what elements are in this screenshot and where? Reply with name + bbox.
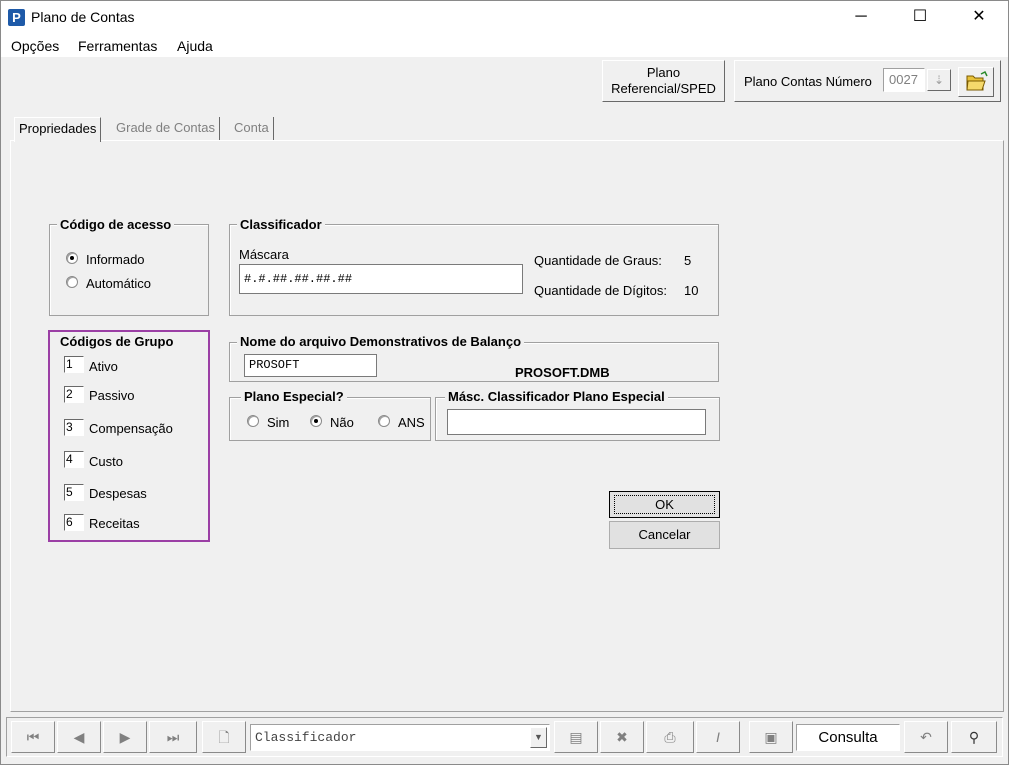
plano-numero-label: Plano Contas Número (744, 74, 872, 89)
codigo-acesso-group (49, 224, 209, 316)
grupo-label-compensacao: Compensação (89, 421, 173, 436)
grupo-label-ativo: Ativo (89, 359, 118, 374)
label-nao: Não (330, 415, 354, 430)
plano-referencial-line1: Plano (646, 65, 681, 80)
demonstrativos-file-label: PROSOFT.DMB (515, 365, 610, 380)
new-document-icon[interactable]: 🗋 (202, 721, 246, 753)
previous-record-icon[interactable]: ◀ (57, 721, 101, 753)
plano-referencial-line2: Referencial/SPED (611, 81, 716, 96)
grupo-code-custo[interactable]: 4 (64, 451, 84, 468)
grupo-code-receitas[interactable]: 6 (64, 514, 84, 531)
ok-focus-rect (614, 495, 715, 514)
grupo-label-custo: Custo (89, 454, 123, 469)
download-arrow-icon[interactable]: ⇣ (927, 69, 951, 91)
grupo-label-passivo: Passivo (89, 388, 135, 403)
mascara-input[interactable]: #.#.##.##.##.## (239, 264, 523, 294)
menu-ferramentas[interactable]: Ferramentas (78, 38, 157, 54)
radio-informado[interactable] (66, 252, 78, 264)
plano-de-contas-window: P Plano de Contas ─ ☐ ✕ Opções Ferrament… (0, 0, 1009, 765)
print-icon[interactable]: ⎙ (646, 721, 694, 753)
radio-nao[interactable] (310, 415, 322, 427)
demonstrativos-title: Nome do arquivo Demonstrativos de Balanç… (237, 334, 525, 349)
tab-grade-de-contas[interactable]: Grade de Contas (112, 117, 221, 141)
label-informado: Informado (86, 252, 145, 267)
radio-sim[interactable] (247, 415, 259, 427)
search-field-value: Classificador (255, 730, 357, 745)
grupo-label-receitas: Receitas (89, 516, 140, 531)
maximize-button[interactable]: ☐ (897, 1, 943, 33)
save-icon[interactable]: ▣ (749, 721, 793, 753)
grupo-code-despesas[interactable]: 5 (64, 484, 84, 501)
label-automatico: Automático (86, 276, 152, 291)
grupo-code-passivo[interactable]: 2 (64, 386, 84, 403)
undo-icon[interactable]: ↶ (904, 721, 948, 753)
binoculars-icon[interactable]: ⚲ (951, 721, 997, 753)
plano-numero-field[interactable]: 0027 (883, 68, 925, 92)
digitos-label: Quantidade de Dígitos: (534, 283, 667, 298)
graus-label: Quantidade de Graus: (534, 253, 662, 268)
ok-button[interactable]: OK (609, 491, 720, 518)
masc-especial-input[interactable] (447, 409, 706, 435)
codigos-grupo-title: Códigos de Grupo (57, 334, 177, 349)
tab-propriedades[interactable]: Propriedades (14, 117, 102, 142)
open-folder-icon (966, 70, 988, 91)
minimize-button[interactable]: ─ (838, 1, 884, 33)
delete-icon[interactable]: ✖ (600, 721, 644, 753)
label-sim: Sim (267, 415, 290, 430)
classificador-title: Classificador (237, 217, 325, 232)
radio-ans[interactable] (378, 415, 390, 427)
next-record-icon[interactable]: ▶ (103, 721, 147, 753)
grupo-code-ativo[interactable]: 1 (64, 356, 84, 373)
masc-especial-title: Másc. Classificador Plano Especial (445, 389, 668, 404)
plano-especial-title: Plano Especial? (241, 389, 347, 404)
menu-opcoes[interactable]: Opções (11, 38, 59, 54)
grupo-code-compensacao[interactable]: 3 (64, 419, 84, 436)
chevron-down-icon[interactable]: ▼ (530, 727, 547, 748)
digitos-value: 10 (684, 283, 699, 298)
italic-icon[interactable]: I (696, 721, 740, 753)
last-record-icon[interactable]: ⏭ (149, 721, 197, 753)
plano-referencial-sped-button[interactable]: Plano Referencial/SPED (602, 60, 725, 102)
app-icon: P (8, 9, 25, 26)
first-record-icon[interactable]: ⏮ (11, 721, 55, 753)
search-field-combo[interactable]: Classificador ▼ (250, 724, 550, 751)
radio-automatico[interactable] (66, 276, 78, 288)
graus-value: 5 (684, 253, 692, 268)
report-icon[interactable]: ▤ (554, 721, 598, 753)
mode-label: Consulta (796, 724, 900, 751)
grupo-label-despesas: Despesas (89, 486, 147, 501)
open-folder-button[interactable] (958, 67, 994, 97)
codigo-acesso-title: Código de acesso (57, 217, 175, 232)
label-ans: ANS (398, 415, 425, 430)
menu-ajuda[interactable]: Ajuda (177, 38, 213, 54)
mascara-label: Máscara (239, 247, 289, 262)
window-title: Plano de Contas (31, 9, 135, 25)
tab-conta[interactable]: Conta (230, 117, 274, 141)
cancelar-button[interactable]: Cancelar (609, 521, 720, 549)
close-button[interactable]: ✕ (956, 1, 1002, 33)
demonstrativos-input[interactable]: PROSOFT (244, 354, 377, 377)
